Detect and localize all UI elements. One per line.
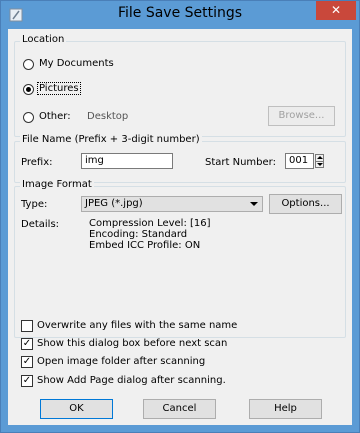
detail-compression-level: Compression Level: [16]	[89, 218, 211, 229]
browse-button[interactable]: Browse...	[268, 106, 335, 126]
pictures-label[interactable]: Pictures	[37, 82, 81, 95]
checkmark-icon: ✓	[22, 356, 32, 367]
file-name-group: File Name (Prefix + 3-digit number) Pref…	[14, 134, 346, 183]
show-add-page-label[interactable]: Show Add Page dialog after scanning.	[37, 375, 226, 386]
start-number-label: Start Number:	[205, 157, 276, 168]
my-documents-radio[interactable]	[23, 59, 34, 70]
spin-up-icon	[317, 156, 323, 159]
checkmark-icon: ✓	[22, 338, 32, 349]
dialog-client-area: Location My Documents Pictures Other: De…	[8, 29, 352, 425]
help-button[interactable]: Help	[249, 399, 322, 419]
other-path-text: Desktop	[87, 111, 129, 122]
my-documents-label[interactable]: My Documents	[39, 58, 114, 69]
image-format-group-title: Image Format	[20, 179, 94, 190]
open-folder-checkbox[interactable]: ✓	[21, 356, 33, 368]
spin-down-icon	[317, 163, 323, 166]
pictures-radio[interactable]	[23, 84, 34, 95]
overwrite-files-label[interactable]: Overwrite any files with the same name	[37, 320, 237, 331]
title-bar: File Save Settings ✕	[1, 1, 359, 29]
other-radio[interactable]	[23, 112, 34, 123]
show-dialog-label[interactable]: Show this dialog box before next scan	[37, 338, 227, 349]
image-format-group: Image Format Type: JPEG (*.jpg) Options.…	[14, 179, 346, 338]
overwrite-files-checkbox[interactable]	[21, 320, 33, 332]
details-label: Details:	[21, 219, 60, 230]
cancel-button[interactable]: Cancel	[143, 399, 216, 419]
location-group-title: Location	[20, 34, 67, 45]
prefix-label: Prefix:	[21, 157, 53, 168]
close-button[interactable]: ✕	[316, 1, 356, 20]
window-title: File Save Settings	[117, 5, 243, 21]
prefix-input[interactable]: img	[81, 153, 173, 169]
open-folder-label[interactable]: Open image folder after scanning	[37, 356, 205, 367]
type-select-value: JPEG (*.jpg)	[85, 198, 143, 209]
file-name-group-title: File Name (Prefix + 3-digit number)	[20, 134, 202, 145]
show-dialog-checkbox[interactable]: ✓	[21, 338, 33, 350]
location-group: Location My Documents Pictures Other: De…	[14, 34, 346, 137]
file-save-settings-window: File Save Settings ✕ Location My Documen…	[0, 0, 360, 433]
other-label[interactable]: Other:	[39, 111, 71, 122]
detail-encoding: Encoding: Standard	[89, 229, 188, 240]
ok-button[interactable]: OK	[40, 399, 113, 419]
type-label: Type:	[21, 199, 48, 210]
type-select[interactable]: JPEG (*.jpg)	[81, 196, 263, 212]
start-number-spinner[interactable]	[315, 154, 324, 168]
start-number-input[interactable]: 001	[285, 153, 314, 169]
chevron-down-icon	[250, 202, 258, 206]
radio-selected-dot	[26, 87, 31, 92]
options-button[interactable]: Options...	[269, 194, 342, 214]
close-icon: ✕	[330, 3, 342, 17]
detail-embed-icc: Embed ICC Profile: ON	[89, 240, 201, 251]
checkmark-icon: ✓	[22, 375, 32, 386]
show-add-page-checkbox[interactable]: ✓	[21, 375, 33, 387]
